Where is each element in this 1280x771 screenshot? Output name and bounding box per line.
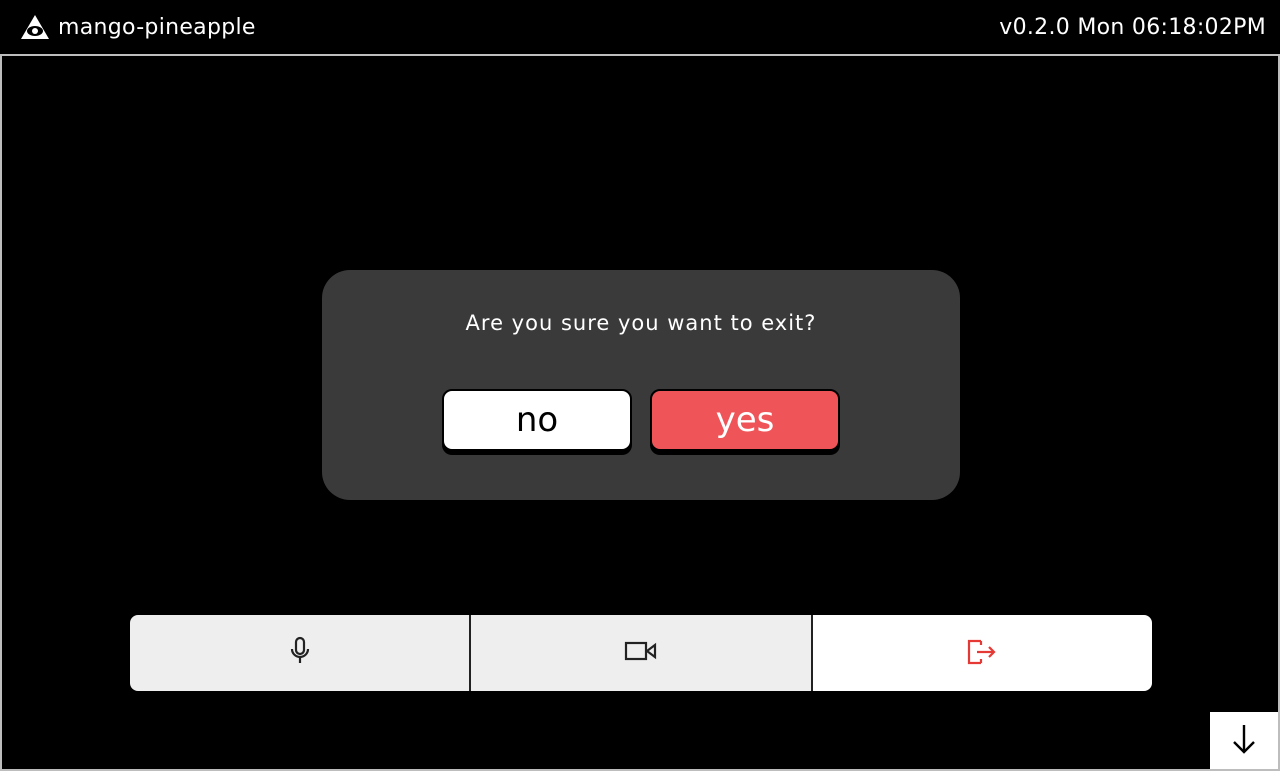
exit-button[interactable]	[812, 615, 1152, 691]
camera-button[interactable]	[471, 615, 813, 691]
exit-confirm-dialog: Are you sure you want to exit? no yes	[322, 270, 960, 500]
microphone-button[interactable]	[130, 615, 472, 691]
version-datetime: v0.2.0 Mon 06:18:02PM	[999, 14, 1266, 40]
yes-button[interactable]: yes	[650, 389, 840, 451]
video-camera-icon	[624, 639, 658, 667]
no-button[interactable]: no	[442, 389, 632, 451]
frame-border-left	[0, 56, 2, 771]
app-name: mango-pineapple	[58, 14, 256, 40]
triangle-eye-logo-icon	[20, 14, 50, 40]
arrow-down-icon	[1231, 722, 1257, 760]
call-controls-bar	[130, 615, 1152, 691]
scroll-down-button[interactable]	[1210, 712, 1278, 769]
exit-door-icon	[965, 636, 999, 670]
top-bar: mango-pineapple v0.2.0 Mon 06:18:02PM	[0, 0, 1280, 56]
app-screen: mango-pineapple v0.2.0 Mon 06:18:02PM Ar…	[0, 0, 1280, 771]
brand: mango-pineapple	[20, 14, 256, 40]
dialog-message: Are you sure you want to exit?	[465, 311, 817, 335]
microphone-icon	[289, 636, 311, 670]
